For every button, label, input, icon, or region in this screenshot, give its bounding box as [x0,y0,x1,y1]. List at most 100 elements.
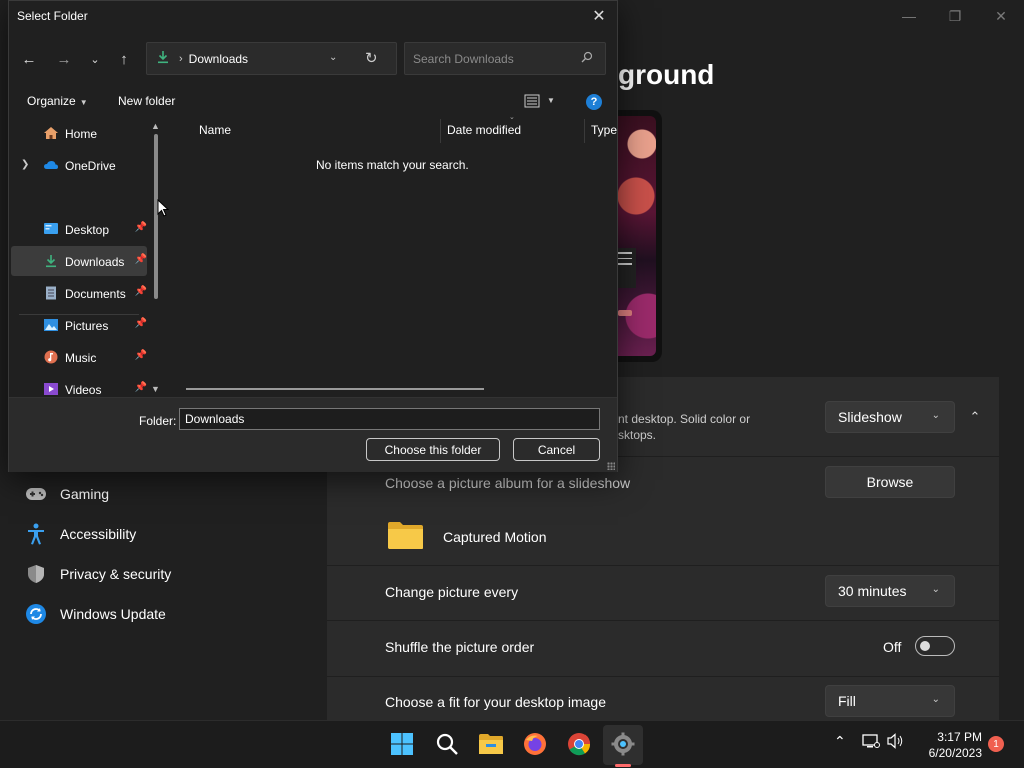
settings-window-controls: — ❐ ✕ [886,0,1024,32]
shuffle-toggle[interactable] [915,636,955,656]
view-options-chevron-icon[interactable]: ▼ [547,96,555,105]
column-divider[interactable] [440,119,441,143]
background-type-dropdown[interactable]: Slideshow ⌄ [825,401,955,433]
folder-label: Folder: [139,414,177,428]
network-icon[interactable] [862,733,880,752]
pin-icon: 📌 [134,350,147,361]
page-title: ground [618,59,715,90]
start-button[interactable] [389,731,415,757]
column-divider[interactable] [584,119,585,143]
tree-item-downloads[interactable]: Downloads 📌 [11,246,147,276]
tree-item-pictures[interactable]: Pictures 📌 [11,310,147,340]
expand-onedrive-chevron-icon[interactable]: ❯ [21,159,29,170]
taskbar-firefox[interactable] [522,731,548,757]
sidebar-item-accessibility[interactable]: Accessibility [24,519,136,549]
sidebar-item-privacy[interactable]: Privacy & security [24,559,171,589]
column-header-name[interactable]: Name [199,123,231,137]
album-folder-name: Captured Motion [443,529,547,545]
taskbar: ⌃ 3:17 PM 6/20/2023 1 [0,720,1024,768]
tree-item-label: Downloads [65,255,125,269]
preview-menu-icon [616,248,636,288]
maximize-button[interactable]: ❐ [932,0,978,32]
tree-item-home[interactable]: Home [11,118,147,148]
sidebar-item-gaming[interactable]: Gaming [24,479,109,509]
minimize-button[interactable]: — [886,0,932,32]
taskbar-settings[interactable] [610,731,636,757]
taskbar-clock[interactable]: 3:17 PM 6/20/2023 [918,729,982,761]
tree-item-music[interactable]: Music 📌 [11,342,147,372]
dialog-close-button[interactable]: ✕ [587,4,611,28]
chevron-up-icon: ⌃ [969,409,981,424]
sidebar-item-label: Accessibility [60,526,137,542]
tree-item-videos[interactable]: Videos 📌 [11,374,147,397]
folder-icon [388,522,423,549]
windows-logo-icon [391,733,413,755]
sidebar-item-windows-update[interactable]: Windows Update [24,599,166,629]
new-folder-button[interactable]: New folder [118,94,175,108]
show-hidden-icons-button[interactable]: ⌃ [834,733,846,750]
choose-this-folder-button[interactable]: Choose this folder [366,438,500,461]
sidebar-item-label: Privacy & security [60,566,172,582]
address-location[interactable]: Downloads [189,52,248,66]
download-icon [46,255,56,268]
address-bar[interactable]: › Downloads ⌄ ↻ [146,42,397,75]
folder-name-input[interactable] [179,408,600,430]
chevron-down-icon: ⌄ [931,410,940,421]
resize-grip-icon[interactable] [607,462,615,470]
recent-locations-button[interactable]: ⌄ [83,47,107,71]
tree-item-onedrive[interactable]: OneDrive [11,150,147,180]
interval-dropdown[interactable]: 30 minutes ⌄ [825,575,955,607]
file-list-horizontal-scrollbar[interactable] [186,388,484,390]
collapse-section-button[interactable]: ⌃ [960,402,990,432]
clock-date: 6/20/2023 [928,746,982,760]
chevron-down-icon: ⌄ [931,694,940,705]
taskbar-file-explorer[interactable] [478,731,504,757]
organize-button[interactable]: Organize ▼ [27,94,88,108]
refresh-icon[interactable]: ↻ [365,49,378,67]
search-box[interactable]: Search Downloads [404,42,606,75]
close-icon: ✕ [592,8,606,25]
background-type-description: nt desktop. Solid color or sktops. [618,411,750,443]
fit-value: Fill [838,693,856,709]
preview-wallpaper-image [612,116,656,356]
search-icon [436,733,458,755]
videos-icon [44,383,58,395]
column-header-type[interactable]: Type [591,123,617,137]
document-icon [46,286,56,300]
up-button[interactable]: ↑ [112,47,136,71]
tree-item-documents[interactable]: Documents 📌 [11,278,147,308]
address-dropdown-icon[interactable]: ⌄ [329,52,337,63]
select-folder-dialog: Select Folder ✕ ← → ⌄ ↑ › Downloads ⌄ ↻ … [8,0,618,472]
browse-button[interactable]: Browse [825,466,955,498]
description-line-2: sktops. [618,428,657,442]
music-icon [44,350,58,364]
update-icon [24,602,48,626]
help-icon[interactable]: ? [586,94,602,110]
view-details-icon[interactable] [524,94,540,108]
cancel-button[interactable]: Cancel [513,438,600,461]
tree-item-label: Pictures [65,319,109,333]
tree-item-desktop[interactable]: Desktop 📌 [11,214,147,244]
scroll-down-arrow-icon[interactable]: ▼ [151,384,160,394]
empty-folder-message: No items match your search. [316,158,469,172]
sidebar-item-label: Windows Update [60,606,166,622]
fit-dropdown[interactable]: Fill ⌄ [825,685,955,717]
search-placeholder: Search Downloads [413,51,514,66]
scroll-up-arrow-icon[interactable]: ▲ [151,121,160,131]
notification-badge[interactable]: 1 [988,736,1004,752]
volume-icon[interactable] [887,733,905,752]
taskbar-search-button[interactable] [434,731,460,757]
pin-icon: 📌 [134,318,147,329]
tree-item-label: OneDrive [65,159,116,173]
back-button[interactable]: ← [17,47,41,71]
column-header-date-modified[interactable]: Date modified [447,123,521,137]
desktop-icon [44,223,58,234]
forward-button[interactable]: → [52,47,76,71]
tree-item-label: Documents [65,287,126,301]
close-button[interactable]: ✕ [978,0,1024,32]
shuffle-label: Shuffle the picture order [385,639,535,655]
taskbar-chrome[interactable] [566,731,592,757]
cloud-icon [44,161,58,169]
toggle-knob [920,641,930,651]
tree-item-label: Desktop [65,223,110,237]
